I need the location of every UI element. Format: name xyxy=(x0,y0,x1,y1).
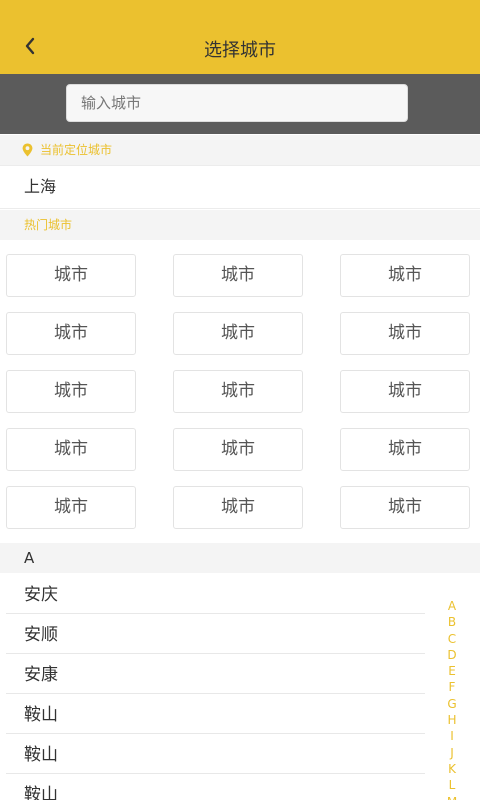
index-letter[interactable]: H xyxy=(440,712,464,728)
city-list-item[interactable]: 鞍山 xyxy=(6,734,425,774)
index-letter[interactable]: K xyxy=(440,761,464,777)
hot-city-button[interactable]: 城市 xyxy=(340,370,470,413)
location-pin-icon xyxy=(22,143,33,157)
index-letter[interactable]: G xyxy=(440,696,464,712)
index-letter[interactable]: B xyxy=(440,614,464,630)
letter-section-header: A xyxy=(0,543,480,573)
index-letter[interactable]: E xyxy=(440,663,464,679)
hot-city-button[interactable]: 城市 xyxy=(173,312,303,355)
alphabet-index-bar[interactable]: A B C D E F G H I J K L M xyxy=(440,598,464,800)
city-list-item[interactable]: 安庆 xyxy=(6,574,425,614)
hot-city-button[interactable]: 城市 xyxy=(6,254,136,297)
city-list: 安庆 安顺 安康 鞍山 鞍山 鞍山 xyxy=(0,574,425,800)
index-letter[interactable]: I xyxy=(440,728,464,744)
index-letter[interactable]: D xyxy=(440,647,464,663)
page-title: 选择城市 xyxy=(204,40,276,61)
index-letter[interactable]: F xyxy=(440,679,464,695)
hot-cities-grid: 城市 城市 城市 城市 城市 城市 城市 城市 城市 城市 城市 城市 城市 城… xyxy=(6,254,470,529)
hot-city-button[interactable]: 城市 xyxy=(6,428,136,471)
current-location-city[interactable]: 上海 xyxy=(0,165,480,209)
index-letter[interactable]: J xyxy=(440,745,464,761)
index-letter[interactable]: C xyxy=(440,631,464,647)
hot-city-button[interactable]: 城市 xyxy=(340,486,470,529)
current-location-header: 当前定位城市 xyxy=(0,135,480,165)
hot-city-button[interactable]: 城市 xyxy=(173,370,303,413)
hot-city-button[interactable]: 城市 xyxy=(340,254,470,297)
hot-city-button[interactable]: 城市 xyxy=(173,428,303,471)
hot-city-button[interactable]: 城市 xyxy=(6,370,136,413)
hot-city-button[interactable]: 城市 xyxy=(173,254,303,297)
search-bar xyxy=(0,74,480,134)
hot-city-button[interactable]: 城市 xyxy=(6,486,136,529)
city-list-item[interactable]: 鞍山 xyxy=(6,694,425,734)
hot-city-button[interactable]: 城市 xyxy=(340,428,470,471)
city-list-item[interactable]: 安顺 xyxy=(6,614,425,654)
city-list-item[interactable]: 安康 xyxy=(6,654,425,694)
index-letter[interactable]: A xyxy=(440,598,464,614)
app-header: 选择城市 xyxy=(0,0,480,74)
city-list-item[interactable]: 鞍山 xyxy=(6,774,425,800)
current-location-label: 当前定位城市 xyxy=(40,143,113,157)
index-letter[interactable]: M xyxy=(440,794,464,800)
index-letter[interactable]: L xyxy=(440,777,464,793)
hot-city-button[interactable]: 城市 xyxy=(340,312,470,355)
hot-city-button[interactable]: 城市 xyxy=(173,486,303,529)
search-input[interactable] xyxy=(66,84,408,122)
hot-cities-label: 热门城市 xyxy=(0,210,480,240)
hot-city-button[interactable]: 城市 xyxy=(6,312,136,355)
